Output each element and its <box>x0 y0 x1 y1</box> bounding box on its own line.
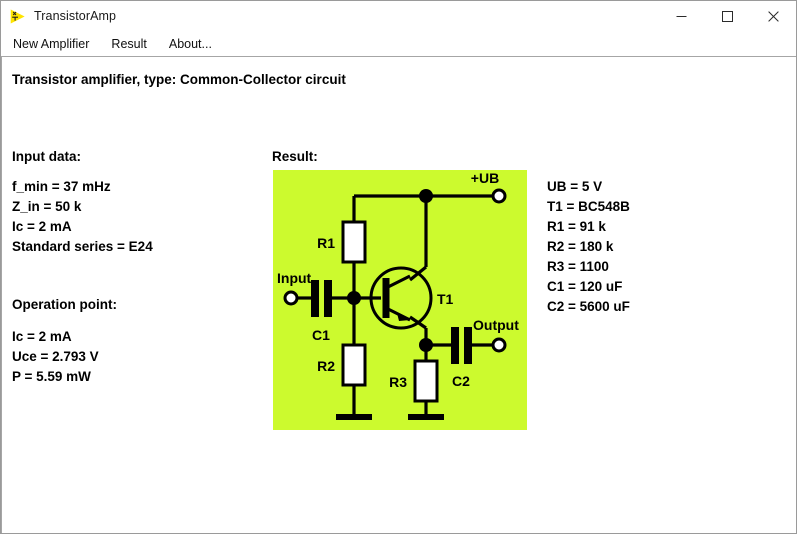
input-data-line: Z_in = 50 k <box>12 199 82 214</box>
menu-result[interactable]: Result <box>107 35 154 53</box>
window-title: TransistorAmp <box>34 9 117 23</box>
maximize-icon <box>721 10 733 22</box>
resistor-r2-body <box>341 343 367 387</box>
label-c1: C1 <box>312 327 330 343</box>
menu-new-amplifier[interactable]: New Amplifier <box>9 35 97 53</box>
result-line: R2 = 180 k <box>547 239 614 254</box>
result-label: Result: <box>272 149 318 164</box>
input-data-line: Standard series = E24 <box>12 239 153 254</box>
resistor-r1-body <box>341 220 367 264</box>
label-r1: R1 <box>317 235 335 251</box>
application-window: TransistorAmp New Amplifier Result About… <box>0 0 797 534</box>
maximize-button[interactable] <box>704 1 750 31</box>
minimize-button[interactable] <box>658 1 704 31</box>
label-c2: C2 <box>452 373 470 389</box>
menu-about[interactable]: About... <box>165 35 220 53</box>
junction-dot <box>419 189 433 203</box>
result-line: UB = 5 V <box>547 179 603 194</box>
terminal-output <box>491 337 507 353</box>
operation-point-label: Operation point: <box>12 297 117 312</box>
operation-point-line: Ic = 2 mA <box>12 329 72 344</box>
operation-point-line: P = 5.59 mW <box>12 369 91 384</box>
window-controls <box>658 1 796 31</box>
junction-dot <box>347 291 361 305</box>
label-r2: R2 <box>317 358 335 374</box>
terminal-supply <box>491 188 507 204</box>
operation-point-line: Uce = 2.793 V <box>12 349 99 364</box>
resistor-r3-body <box>413 359 439 403</box>
close-button[interactable] <box>750 1 796 31</box>
circuit-schematic: +UB Input Output C1 C2 R1 R2 R3 T1 <box>273 170 527 430</box>
label-output: Output <box>473 317 519 333</box>
label-input: Input <box>277 270 312 286</box>
input-data-line: Ic = 2 mA <box>12 219 72 234</box>
junction-dot <box>419 338 433 352</box>
close-icon <box>767 10 779 22</box>
label-t1: T1 <box>437 291 454 307</box>
input-data-label: Input data: <box>12 149 81 164</box>
menu-bar: New Amplifier Result About... <box>1 32 796 56</box>
input-data-line: f_min = 37 mHz <box>12 179 111 194</box>
result-line: C1 = 120 uF <box>547 279 623 294</box>
minimize-icon <box>676 15 686 17</box>
result-line: C2 = 5600 uF <box>547 299 630 314</box>
result-line: R1 = 91 k <box>547 219 606 234</box>
label-r3: R3 <box>389 374 407 390</box>
result-line: R3 = 1100 <box>547 259 609 274</box>
amplifier-triangle-icon <box>9 8 26 25</box>
terminal-input <box>283 290 299 306</box>
result-line: T1 = BC548B <box>547 199 630 214</box>
client-area: Transistor amplifier, type: Common-Colle… <box>1 56 796 533</box>
title-bar: TransistorAmp <box>1 1 796 32</box>
label-supply: +UB <box>471 170 499 186</box>
page-title: Transistor amplifier, type: Common-Colle… <box>12 72 346 87</box>
